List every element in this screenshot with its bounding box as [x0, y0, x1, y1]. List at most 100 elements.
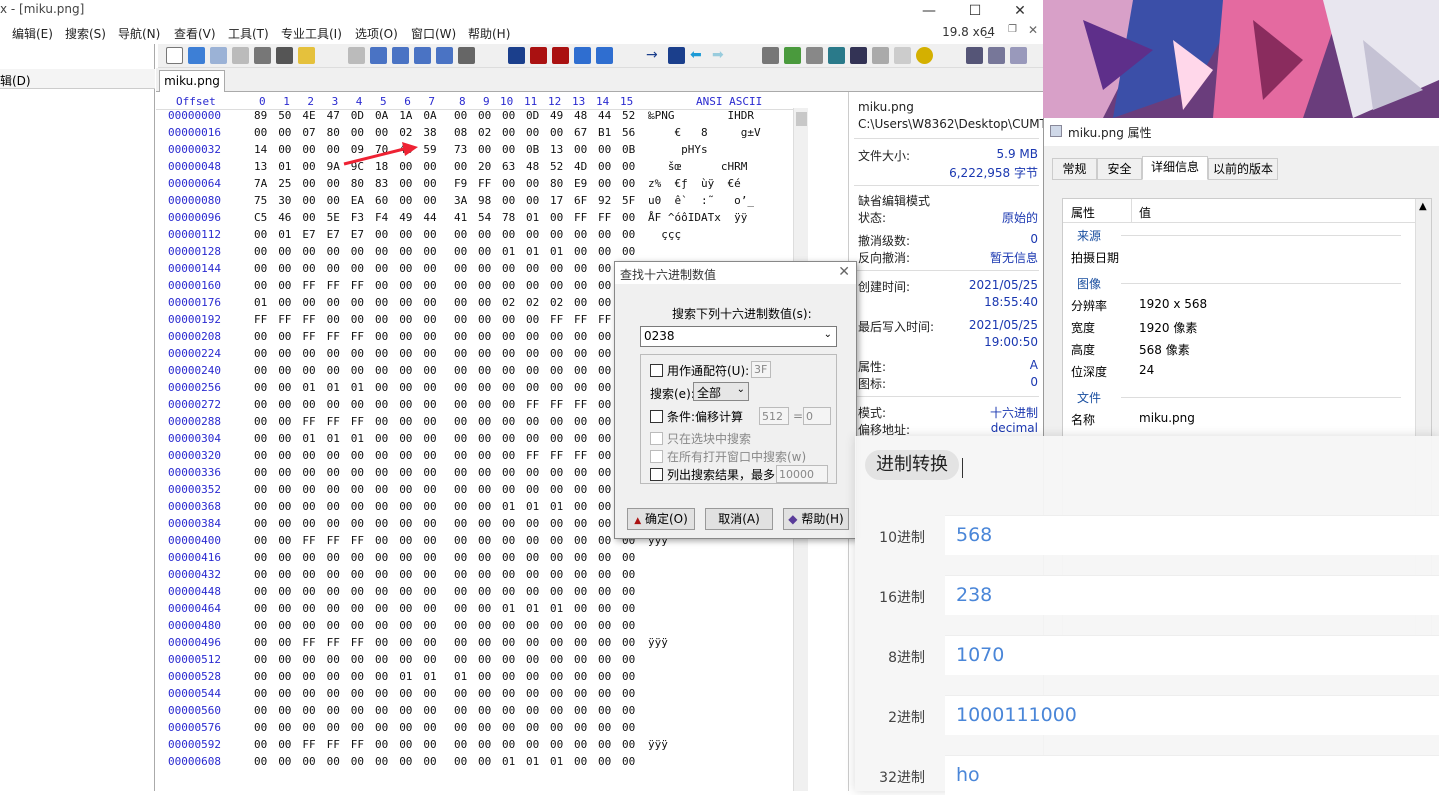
calculator-icon[interactable]: [828, 47, 845, 64]
hex-byte[interactable]: 00: [574, 721, 587, 734]
hex-byte[interactable]: 00: [423, 262, 436, 275]
hex-byte[interactable]: 00: [478, 653, 491, 666]
hex-byte[interactable]: 00: [278, 381, 291, 394]
hex-byte[interactable]: 00: [550, 262, 563, 275]
hex-byte[interactable]: 00: [550, 721, 563, 734]
hex-byte[interactable]: 00: [375, 704, 388, 717]
hex-byte[interactable]: 00: [254, 330, 267, 343]
hex-byte[interactable]: 00: [423, 466, 436, 479]
hex-byte[interactable]: 00: [423, 636, 436, 649]
hex-byte[interactable]: E9: [574, 177, 587, 190]
hex-byte[interactable]: 60: [375, 194, 388, 207]
hex-byte[interactable]: 00: [454, 568, 467, 581]
hex-byte[interactable]: 00: [278, 551, 291, 564]
hex-byte[interactable]: 00: [423, 619, 436, 632]
hex-byte[interactable]: 00: [478, 381, 491, 394]
hex-byte[interactable]: 49: [550, 109, 563, 122]
hex-byte[interactable]: 00: [502, 721, 515, 734]
hex-byte[interactable]: 00: [327, 313, 340, 326]
hex-row[interactable]: 00000096 C5 46 00 5E F3 F4 49 44 41 54 78 01 00 FF FF 00…: [156, 211, 808, 228]
hex-byte[interactable]: 00: [526, 432, 539, 445]
menu-pro-tools[interactable]: 专业工具(I): [281, 25, 342, 42]
hex-byte[interactable]: FF: [302, 534, 315, 547]
hex-byte[interactable]: 00: [550, 653, 563, 666]
hex-byte[interactable]: 00: [622, 245, 635, 258]
bin-value[interactable]: 1000111000: [945, 695, 1439, 735]
hex-byte[interactable]: 00: [423, 228, 436, 241]
hex-byte[interactable]: 00: [526, 177, 539, 190]
hex-byte[interactable]: 0A: [375, 109, 388, 122]
hex-byte[interactable]: 00: [399, 381, 412, 394]
hex-row[interactable]: 00000560 00 00 00 00 00 00 00 00 00 00 00 00 00 00 00 00: [156, 704, 808, 721]
hex-byte[interactable]: 00: [375, 602, 388, 615]
hex-byte[interactable]: 00: [526, 262, 539, 275]
hex-byte[interactable]: 01: [302, 381, 315, 394]
hex-byte[interactable]: 00: [550, 568, 563, 581]
hex-byte[interactable]: FF: [574, 313, 587, 326]
hex-byte[interactable]: FF: [574, 449, 587, 462]
hex-byte[interactable]: 00: [302, 177, 315, 190]
hex-byte[interactable]: 00: [526, 721, 539, 734]
hex-byte[interactable]: E7: [327, 228, 340, 241]
hex-byte[interactable]: 00: [478, 296, 491, 309]
hex-byte[interactable]: 00: [526, 194, 539, 207]
hex-byte[interactable]: 00: [254, 517, 267, 530]
hex-byte[interactable]: 00: [375, 449, 388, 462]
hex-byte[interactable]: 44: [598, 109, 611, 122]
hex-byte[interactable]: 00: [574, 279, 587, 292]
hex-byte[interactable]: 00: [598, 245, 611, 258]
all-windows-checkbox[interactable]: [650, 450, 663, 463]
hex-byte[interactable]: 00: [622, 721, 635, 734]
hex-byte[interactable]: 02: [399, 126, 412, 139]
hex-byte[interactable]: 00: [254, 602, 267, 615]
hex-byte[interactable]: FF: [302, 330, 315, 343]
hex-byte[interactable]: 00: [478, 755, 491, 768]
hex-byte[interactable]: 00: [302, 194, 315, 207]
hex-byte[interactable]: 00: [598, 704, 611, 717]
hex-byte[interactable]: 00: [423, 517, 436, 530]
hex-byte[interactable]: 00: [399, 534, 412, 547]
hex-byte[interactable]: 00: [526, 653, 539, 666]
hex-byte[interactable]: 00: [375, 262, 388, 275]
condition-checkbox[interactable]: [650, 410, 663, 423]
hex-byte[interactable]: 00: [502, 636, 515, 649]
hex-byte[interactable]: 00: [327, 466, 340, 479]
hex-byte[interactable]: 00: [622, 551, 635, 564]
hex-byte[interactable]: 02: [502, 296, 515, 309]
hex-byte[interactable]: 00: [478, 398, 491, 411]
hex-byte[interactable]: 00: [351, 313, 364, 326]
hex-byte[interactable]: 00: [454, 398, 467, 411]
hex-byte[interactable]: 00: [351, 619, 364, 632]
tab-security[interactable]: 安全: [1097, 158, 1142, 180]
hex-byte[interactable]: 00: [526, 704, 539, 717]
hex-byte[interactable]: 00: [375, 415, 388, 428]
hex-byte[interactable]: 00: [550, 619, 563, 632]
hex-byte[interactable]: 00: [526, 126, 539, 139]
hex-byte[interactable]: 75: [254, 194, 267, 207]
hex-byte[interactable]: 00: [478, 738, 491, 751]
hex-byte[interactable]: 00: [254, 585, 267, 598]
hex-byte[interactable]: 00: [423, 330, 436, 343]
hex-byte[interactable]: 00: [254, 262, 267, 275]
hex-byte[interactable]: 00: [550, 211, 563, 224]
hex-byte[interactable]: 00: [254, 415, 267, 428]
hex-byte[interactable]: 5F: [622, 194, 635, 207]
hex-byte[interactable]: 0A: [423, 109, 436, 122]
hex-byte[interactable]: 00: [351, 483, 364, 496]
hex-byte[interactable]: 00: [622, 755, 635, 768]
hex-byte[interactable]: 00: [502, 534, 515, 547]
hex-byte[interactable]: 00: [375, 330, 388, 343]
hex-byte[interactable]: 00: [302, 653, 315, 666]
hex-byte[interactable]: 00: [351, 755, 364, 768]
hex-byte[interactable]: 00: [502, 585, 515, 598]
hex-byte[interactable]: 01: [454, 670, 467, 683]
hex-byte[interactable]: FF: [351, 330, 364, 343]
hex-byte[interactable]: 00: [423, 483, 436, 496]
hex-byte[interactable]: 00: [302, 670, 315, 683]
hex-byte[interactable]: 00: [478, 687, 491, 700]
hex-byte[interactable]: 00: [550, 670, 563, 683]
hex-byte[interactable]: 00: [302, 245, 315, 258]
hex-byte[interactable]: 00: [302, 585, 315, 598]
hex-byte[interactable]: 00: [550, 534, 563, 547]
hex-byte[interactable]: 00: [574, 483, 587, 496]
